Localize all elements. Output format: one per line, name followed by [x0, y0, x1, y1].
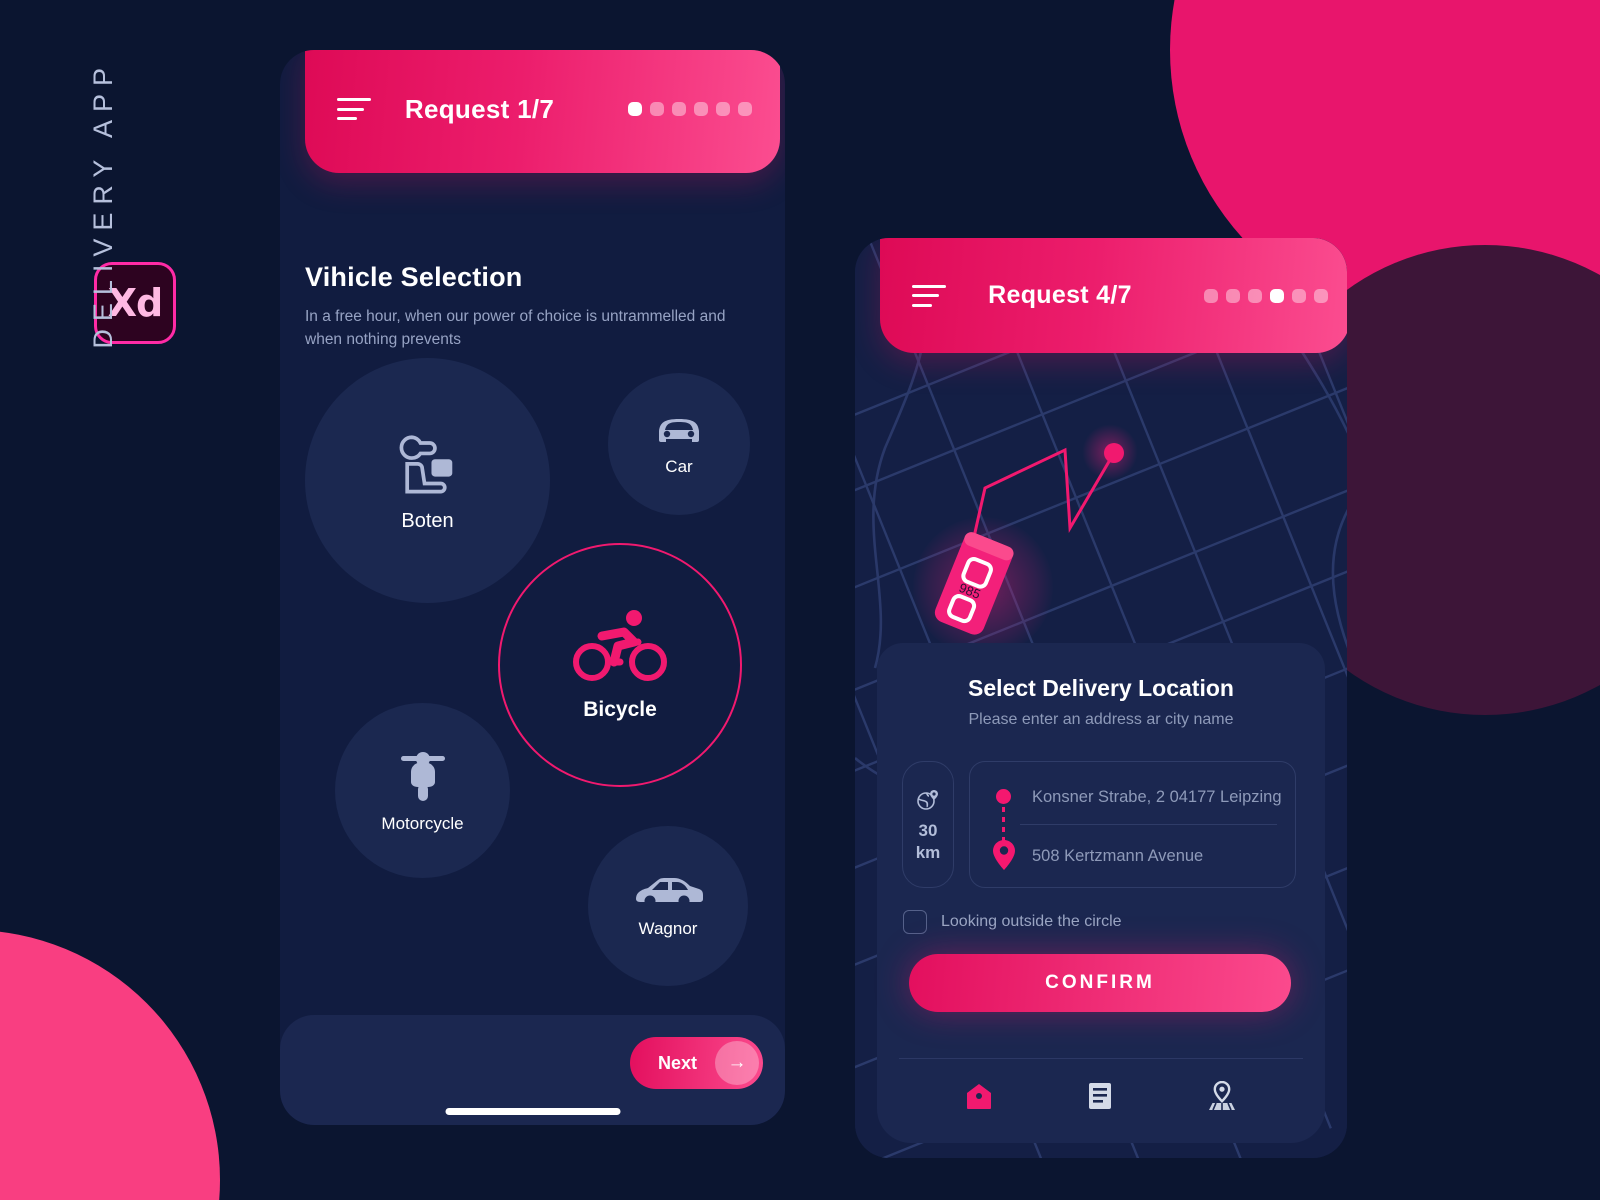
panel-title: Select Delivery Location	[968, 675, 1234, 701]
bicycle-icon	[572, 608, 668, 684]
step-dot[interactable]	[1291, 288, 1306, 303]
step-dot[interactable]	[672, 102, 686, 116]
origin-address-field[interactable]: Konsner Strabe, 2 04177 Leipzing	[1032, 788, 1282, 807]
address-row: 30 km Konsner Strabe, 2 04177 Leipzing 5	[902, 761, 1296, 888]
vehicle-option-bicycle[interactable]: Bicycle	[498, 543, 742, 787]
step-dot[interactable]	[694, 102, 708, 116]
car-side-icon	[632, 873, 704, 911]
vehicle-option-car[interactable]: Car	[608, 373, 750, 515]
car-front-icon	[653, 411, 705, 449]
phone1-step-dots	[628, 102, 752, 116]
page-subtitle: In a free hour, when our power of choice…	[305, 308, 726, 349]
looking-outside-circle-label: Looking outside the circle	[941, 913, 1122, 930]
app-canvas: Xd DELIVERY APP Request 1/7 Vihicle Sele…	[0, 0, 1600, 1200]
step-dot[interactable]	[1313, 288, 1328, 303]
vehicle-option-boten[interactable]: Boten	[305, 358, 550, 603]
phone2-header: Request 4/7	[880, 238, 1347, 353]
address-input-group[interactable]: Konsner Strabe, 2 04177 Leipzing 508 Ker…	[969, 761, 1296, 888]
route-dashed-line	[1002, 807, 1005, 842]
nav-item-map[interactable]	[1207, 1080, 1237, 1116]
phone2-title: Request 4/7	[988, 281, 1132, 309]
looking-outside-circle-checkbox[interactable]	[903, 910, 927, 934]
home-indicator	[445, 1108, 620, 1115]
phone1-header: Request 1/7	[305, 50, 780, 173]
nav-item-orders[interactable]	[1088, 1082, 1112, 1115]
nav-divider	[899, 1058, 1303, 1059]
destination-dot-icon	[1104, 443, 1124, 463]
step-dot[interactable]	[1269, 288, 1284, 303]
vehicle-option-label: Boten	[401, 510, 454, 532]
step-dot[interactable]	[1247, 288, 1262, 303]
next-button[interactable]: Next →	[630, 1037, 763, 1089]
delivery-person-icon	[391, 428, 465, 502]
hamburger-icon[interactable]	[337, 98, 371, 120]
panel-subtitle: Please enter an address ar city name	[968, 711, 1234, 728]
distance-chip: 30 km	[902, 761, 954, 888]
list-document-icon	[1088, 1082, 1112, 1115]
phone1-footer: Next →	[280, 1015, 785, 1125]
step-dot[interactable]	[628, 102, 642, 116]
bottom-navigation	[877, 1080, 1325, 1116]
arrow-right-icon: →	[715, 1041, 759, 1085]
distance-unit: km	[915, 843, 941, 862]
globe-pin-icon	[915, 787, 941, 818]
scooter-icon	[395, 748, 451, 806]
step-dot[interactable]	[1203, 288, 1218, 303]
decor-circle-pink-bottom-left	[0, 930, 220, 1200]
confirm-button[interactable]: CONFIRM	[909, 954, 1291, 1012]
destination-pin-icon	[993, 840, 1015, 870]
step-dot[interactable]	[1225, 288, 1240, 303]
next-button-label: Next	[658, 1052, 698, 1073]
vehicle-option-label: Bicycle	[583, 698, 657, 721]
step-dot[interactable]	[738, 102, 752, 116]
home-icon	[965, 1082, 993, 1115]
hamburger-icon[interactable]	[912, 284, 946, 307]
page-title: Vihicle Selection	[305, 262, 523, 292]
delivery-truck-top-icon: 985	[934, 532, 1014, 635]
phone1-title: Request 1/7	[404, 93, 555, 124]
looking-outside-circle-row[interactable]: Looking outside the circle	[903, 910, 1122, 934]
address-divider	[1020, 824, 1277, 825]
vehicle-option-label: Motorcycle	[381, 813, 464, 833]
delivery-location-panel: Select Delivery Location Please enter an…	[877, 643, 1325, 1143]
step-dot[interactable]	[650, 102, 664, 116]
step-dot[interactable]	[716, 102, 730, 116]
phone-screen-vehicle-selection: Request 1/7 Vihicle Selection In a free …	[280, 50, 785, 1125]
vehicle-option-label: Car	[665, 457, 693, 476]
phone-screen-delivery-location: 985 Request 4/7 Select Delivery Location…	[855, 238, 1347, 1158]
origin-dot-icon	[996, 789, 1011, 804]
vehicle-option-motorcycle[interactable]: Motorcycle	[335, 703, 510, 878]
map-pin-icon	[1207, 1080, 1237, 1116]
phone2-step-dots	[1203, 288, 1328, 303]
nav-item-home[interactable]	[965, 1082, 993, 1115]
vehicle-option-wagnor[interactable]: Wagnor	[588, 826, 748, 986]
destination-address-field[interactable]: 508 Kertzmann Avenue	[1032, 847, 1203, 866]
vertical-app-label: DELIVERY APP	[88, 60, 118, 349]
distance-value: 30	[918, 821, 938, 841]
vehicle-option-label: Wagnor	[638, 919, 698, 938]
